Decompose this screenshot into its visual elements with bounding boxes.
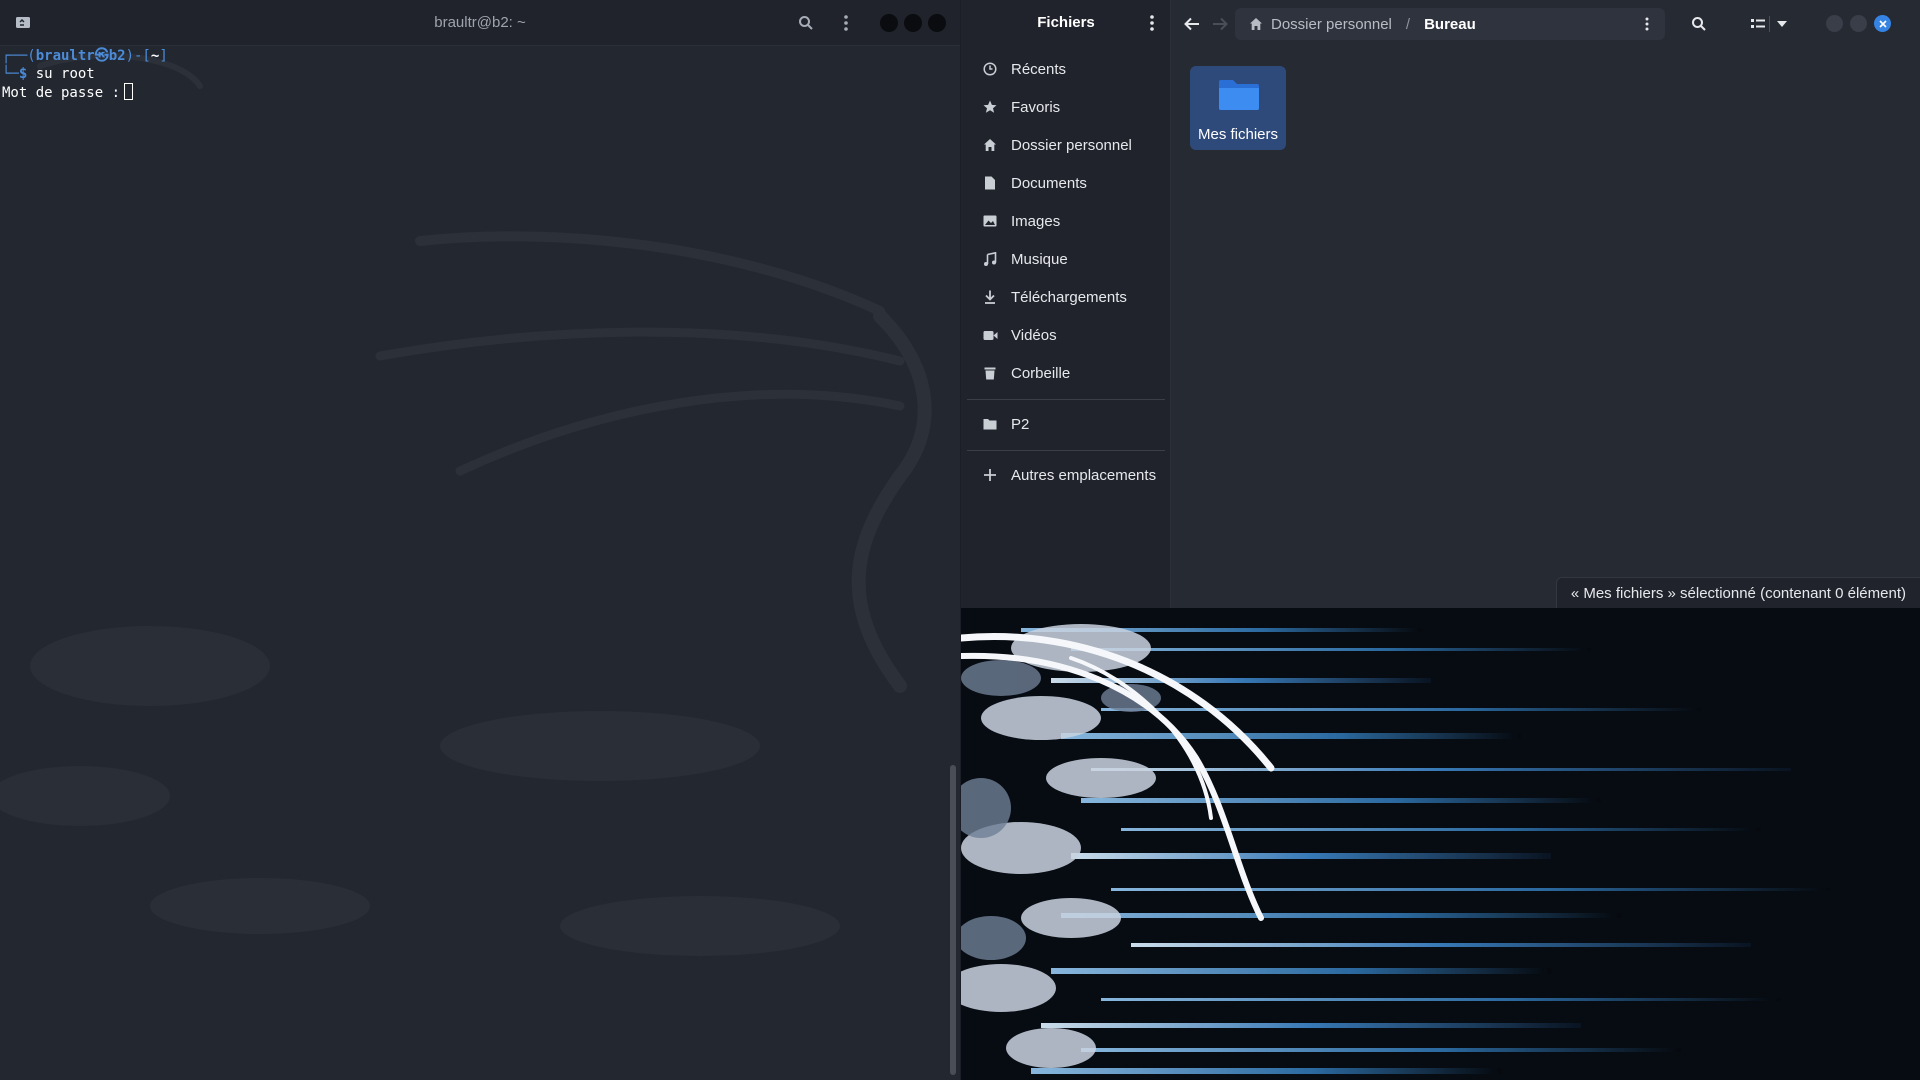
- minimize-icon[interactable]: [1826, 15, 1843, 32]
- sidebar-item-label: Récents: [1011, 60, 1067, 78]
- file-view[interactable]: Dossier personnel / Bureau Mes fichiers …: [1172, 0, 1920, 608]
- sidebar-item-label: Images: [1011, 212, 1061, 230]
- list-view-icon: [1751, 19, 1765, 28]
- sidebar-divider: [967, 399, 1165, 400]
- command-text: su root: [27, 66, 95, 82]
- home-icon: [1250, 18, 1262, 30]
- view-toggle-button[interactable]: [1746, 12, 1770, 36]
- sidebar-item-label: Dossier personnel: [1011, 136, 1132, 154]
- arrow-left-icon: [1184, 17, 1199, 31]
- maximize-icon[interactable]: [904, 14, 922, 32]
- sidebar-item-label: Favoris: [1011, 98, 1061, 116]
- sidebar-item-label: Musique: [1011, 250, 1068, 268]
- kali-dragon-wallpaper: [961, 608, 1920, 1080]
- search-icon: [1692, 17, 1706, 31]
- file-manager-window[interactable]: Fichiers Récents Favoris Dossier personn…: [961, 0, 1920, 608]
- sidebar-item-trash[interactable]: Corbeille: [961, 354, 1171, 392]
- sidebar: Fichiers Récents Favoris Dossier personn…: [961, 0, 1171, 608]
- path-bar[interactable]: Dossier personnel / Bureau: [1235, 8, 1665, 40]
- view-options-button[interactable]: [1770, 12, 1794, 36]
- dragon-wallpaper-watermark: [0, 52, 932, 956]
- folder-icon: [981, 415, 999, 433]
- back-button[interactable]: [1180, 12, 1204, 36]
- plus-icon: [981, 466, 999, 484]
- music-icon: [981, 250, 999, 268]
- image-icon: [981, 212, 999, 230]
- terminal-header-bar: braultr@b2: ~: [0, 0, 960, 46]
- prompt-user: braultr㉿b2: [35, 48, 126, 64]
- terminal-scrollbar[interactable]: [950, 765, 956, 1075]
- prompt-end: ]: [159, 48, 168, 64]
- star-icon: [981, 98, 999, 116]
- password-prompt: Mot de passe :: [2, 85, 121, 101]
- sidebar-item-label: Vidéos: [1011, 326, 1057, 344]
- prompt-open: ┌──(: [2, 48, 36, 64]
- file-item-label: Mes fichiers: [1197, 126, 1279, 143]
- password-line: Mot de passe :: [2, 83, 942, 101]
- search-icon[interactable]: [795, 12, 817, 34]
- terminal-output[interactable]: ┌──(braultr㉿b2)-[~] └─$ su root Mot de p…: [2, 47, 942, 101]
- sidebar-item-downloads[interactable]: Téléchargements: [961, 278, 1171, 316]
- trash-icon: [981, 364, 999, 382]
- sidebar-header: Fichiers: [961, 0, 1170, 46]
- prompt-close: )-[: [125, 48, 151, 64]
- breadcrumb-current[interactable]: Bureau: [1424, 16, 1476, 33]
- document-icon: [981, 174, 999, 192]
- app-title: Fichiers: [1037, 14, 1095, 31]
- video-icon: [981, 326, 999, 344]
- prompt-line: ┌──(braultr㉿b2)-[~]: [2, 47, 942, 65]
- kebab-menu-icon[interactable]: [1141, 12, 1163, 34]
- search-button[interactable]: [1687, 12, 1711, 36]
- breadcrumb-home[interactable]: Dossier personnel: [1271, 16, 1392, 33]
- close-icon[interactable]: [928, 14, 946, 32]
- sidebar-item-label: P2: [1011, 415, 1030, 433]
- home-icon: [981, 136, 999, 154]
- sidebar-item-p2[interactable]: P2: [961, 405, 1171, 443]
- close-icon[interactable]: [1874, 15, 1891, 32]
- text-cursor: [124, 83, 134, 100]
- sidebar-item-favorites[interactable]: Favoris: [961, 88, 1171, 126]
- sidebar-item-videos[interactable]: Vidéos: [961, 316, 1171, 354]
- cmd-prefix: └─: [2, 66, 19, 82]
- sidebar-item-other-locations[interactable]: Autres emplacements: [961, 456, 1171, 494]
- clock-icon: [981, 60, 999, 78]
- minimize-icon[interactable]: [880, 14, 898, 32]
- sidebar-item-images[interactable]: Images: [961, 202, 1171, 240]
- sidebar-item-recents[interactable]: Récents: [961, 50, 1171, 88]
- file-item[interactable]: Mes fichiers: [1190, 66, 1286, 150]
- terminal-window[interactable]: braultr@b2: ~ ┌──(braultr㉿b2)-[~] └─$ su…: [0, 0, 960, 1080]
- sidebar-item-label: Téléchargements: [1011, 288, 1127, 306]
- desktop-wallpaper: [961, 608, 1920, 1080]
- breadcrumb-separator: /: [1405, 15, 1411, 33]
- status-text: « Mes fichiers » sélectionné (contenant …: [1570, 584, 1906, 602]
- header-bar: Dossier personnel / Bureau: [1172, 0, 1920, 46]
- sidebar-item-label: Corbeille: [1011, 364, 1071, 382]
- kebab-menu-icon[interactable]: [835, 12, 857, 34]
- download-icon: [981, 288, 999, 306]
- maximize-icon[interactable]: [1850, 15, 1867, 32]
- command-line: └─$ su root: [2, 65, 942, 83]
- folder-icon: [1219, 80, 1259, 110]
- status-bar: « Mes fichiers » sélectionné (contenant …: [1555, 577, 1920, 608]
- sidebar-item-documents[interactable]: Documents: [961, 164, 1171, 202]
- forward-button[interactable]: [1208, 12, 1232, 36]
- sidebar-item-label: Autres emplacements: [1011, 466, 1157, 484]
- kebab-menu-icon[interactable]: [1639, 16, 1655, 32]
- sidebar-item-home[interactable]: Dossier personnel: [961, 126, 1171, 164]
- sidebar-item-label: Documents: [1011, 174, 1087, 192]
- arrow-right-icon: [1213, 17, 1228, 31]
- chevron-down-icon: [1777, 21, 1787, 27]
- sidebar-divider: [967, 450, 1165, 451]
- sidebar-item-music[interactable]: Musique: [961, 240, 1171, 278]
